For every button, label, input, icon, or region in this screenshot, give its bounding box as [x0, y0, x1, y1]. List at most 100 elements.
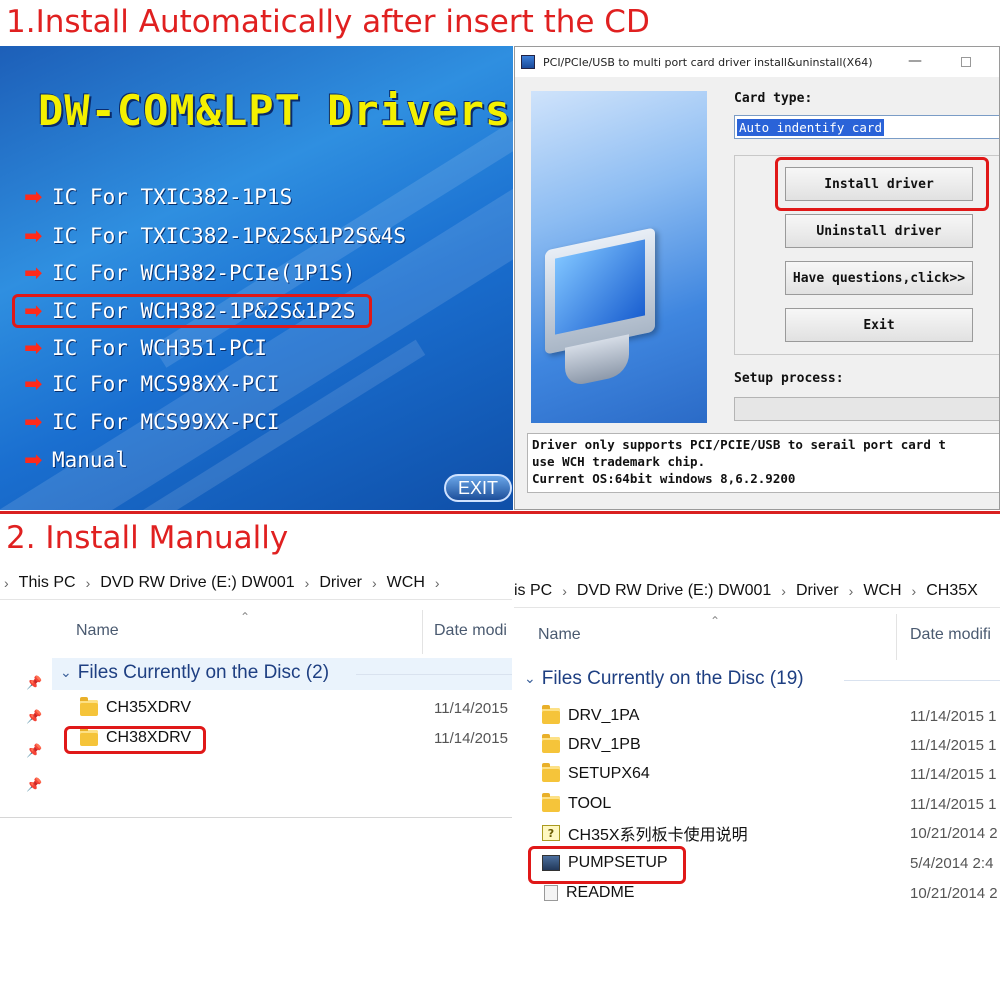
group-header[interactable]: ⌄ Files Currently on the Disc (19) — [524, 668, 804, 690]
column-name[interactable]: Name — [76, 622, 119, 640]
autorun-item-wch351-pci[interactable]: ➡ IC For WCH351-PCI — [24, 333, 267, 363]
item-name: DRV_1PA — [568, 707, 640, 724]
folder-icon — [542, 763, 560, 782]
autorun-title: DW-COM&LPT Drivers — [38, 86, 512, 135]
item-name: CH35XDRV — [106, 699, 192, 716]
pin-icon[interactable]: 📌 — [26, 744, 42, 759]
section-divider — [0, 511, 1000, 514]
app-icon — [521, 55, 535, 69]
maximize-icon[interactable] — [961, 57, 971, 67]
driver-install-dialog: PCI/PCIe/USB to multi port card driver i… — [514, 46, 1000, 510]
breadcrumb-this-pc[interactable]: This PC — [19, 574, 76, 592]
group-header[interactable]: ⌄ Files Currently on the Disc (2) — [60, 662, 329, 684]
step2-heading: 2. Install Manually — [6, 520, 289, 556]
sort-up-icon: ⌃ — [240, 610, 251, 624]
questions-button[interactable]: Have questions,click>> — [785, 261, 973, 295]
breadcrumb-driver[interactable]: Driver — [319, 574, 362, 592]
breadcrumb-ch35x[interactable]: CH35X — [926, 582, 978, 600]
column-date-modified[interactable]: Date modi — [434, 622, 507, 640]
right-arrow-icon: ➡ — [24, 371, 43, 397]
info-line: Current OS:64bit windows 8,6.2.9200 — [532, 471, 796, 486]
breadcrumb: › This PC › DVD RW Drive (E:) DW001 › Dr… — [0, 566, 512, 600]
breadcrumb-this-pc[interactable]: is PC — [514, 582, 552, 600]
item-name: SETUPX64 — [568, 765, 650, 782]
install-driver-button[interactable]: Install driver — [785, 167, 973, 201]
item-date: 11/14/2015 1 — [910, 796, 997, 813]
item-date: 11/14/2015 — [434, 700, 508, 717]
uninstall-driver-button[interactable]: Uninstall driver — [785, 214, 973, 248]
card-type-field[interactable]: Auto indentify card — [734, 115, 999, 139]
info-line: use WCH trademark chip. — [532, 454, 706, 469]
breadcrumb-wch[interactable]: WCH — [387, 574, 425, 592]
group-label: Files Currently on the Disc (19) — [541, 668, 804, 689]
right-arrow-icon: ➡ — [24, 298, 43, 324]
breadcrumb-wch[interactable]: WCH — [863, 582, 901, 600]
list-item[interactable]: README — [542, 879, 634, 907]
autorun-item-txic382-1p1s[interactable]: ➡ IC For TXIC382-1P1S — [24, 182, 292, 212]
item-name: PUMPSETUP — [568, 854, 668, 871]
minimize-icon[interactable]: — — [908, 53, 922, 69]
autorun-item-wch382-pcie[interactable]: ➡ IC For WCH382-PCIe(1P1S) — [24, 258, 355, 288]
explorer-pane-wch: › This PC › DVD RW Drive (E:) DW001 › Dr… — [0, 566, 512, 818]
column-name[interactable]: Name — [538, 626, 581, 644]
autorun-item-wch382-1p2s[interactable]: ➡ IC For WCH382-1P&2S&1P2S — [24, 296, 355, 326]
autorun-item-manual[interactable]: ➡ Manual — [24, 445, 128, 475]
list-item[interactable]: DRV_1PA — [542, 702, 639, 730]
breadcrumb: is PC › DVD RW Drive (E:) DW001 › Driver… — [514, 574, 1000, 608]
folder-icon — [542, 734, 560, 753]
sort-up-icon: ⌃ — [710, 614, 721, 628]
help-file-icon: ? — [542, 825, 560, 841]
setup-process-label: Setup process: — [734, 371, 844, 386]
right-arrow-icon: ➡ — [24, 223, 43, 249]
autorun-item-label: IC For MCS99XX-PCI — [52, 410, 280, 434]
item-date: 11/14/2015 1 — [910, 708, 997, 725]
exit-button[interactable]: Exit — [785, 308, 973, 342]
item-date: 5/4/2014 2:4 — [910, 855, 994, 872]
pin-icon[interactable]: 📌 — [26, 710, 42, 725]
info-line: Driver only supports PCI/PCIE/USB to ser… — [532, 437, 946, 452]
breadcrumb-dvd-drive[interactable]: DVD RW Drive (E:) DW001 — [577, 582, 771, 600]
item-name: TOOL — [568, 795, 612, 812]
autorun-item-label: IC For TXIC382-1P&2S&1P2S&4S — [52, 224, 407, 248]
list-item[interactable]: TOOL — [542, 790, 611, 818]
breadcrumb-driver[interactable]: Driver — [796, 582, 839, 600]
autorun-menu: DW-COM&LPT Drivers ➡ IC For TXIC382-1P1S… — [0, 46, 513, 510]
right-arrow-icon: ➡ — [24, 260, 43, 286]
item-date: 10/21/2014 2 — [910, 885, 998, 902]
monitor-illustration — [531, 91, 707, 423]
folder-icon — [542, 793, 560, 812]
item-name: DRV_1PB — [568, 736, 641, 753]
list-item[interactable]: DRV_1PB — [542, 731, 641, 759]
dialog-title: PCI/PCIe/USB to multi port card driver i… — [543, 55, 873, 69]
setup-app-icon — [542, 855, 560, 871]
chevron-down-icon: ⌄ — [524, 671, 536, 687]
folder-icon — [80, 727, 98, 746]
list-item[interactable]: ? CH35X系列板卡使用说明 — [542, 819, 748, 847]
folder-icon — [80, 697, 98, 716]
list-item[interactable]: CH38XDRV — [80, 724, 191, 752]
autorun-exit-button[interactable]: EXIT — [444, 474, 512, 502]
list-item[interactable]: CH35XDRV — [80, 694, 191, 722]
autorun-item-mcs99xx-pci[interactable]: ➡ IC For MCS99XX-PCI — [24, 407, 280, 437]
pin-icon[interactable]: 📌 — [26, 676, 42, 691]
folder-icon — [542, 705, 560, 724]
autorun-item-mcs98xx-pci[interactable]: ➡ IC For MCS98XX-PCI — [24, 369, 280, 399]
card-type-value: Auto indentify card — [737, 119, 884, 136]
pin-icon[interactable]: 📌 — [26, 778, 42, 793]
breadcrumb-dvd-drive[interactable]: DVD RW Drive (E:) DW001 — [100, 574, 294, 592]
text-file-icon — [544, 885, 558, 901]
column-date-modified[interactable]: Date modifi — [910, 626, 991, 644]
list-item[interactable]: PUMPSETUP — [542, 849, 668, 877]
autorun-item-txic382-multi[interactable]: ➡ IC For TXIC382-1P&2S&1P2S&4S — [24, 221, 406, 251]
list-item[interactable]: SETUPX64 — [542, 760, 650, 788]
item-date: 11/14/2015 1 — [910, 766, 997, 783]
explorer-pane-ch35x: is PC › DVD RW Drive (E:) DW001 › Driver… — [514, 566, 1000, 946]
autorun-item-label: IC For WCH382-1P&2S&1P2S — [52, 299, 356, 323]
autorun-item-label: IC For MCS98XX-PCI — [52, 372, 280, 396]
item-name: README — [566, 884, 635, 901]
autorun-item-label: IC For WCH382-PCIe(1P1S) — [52, 261, 356, 285]
autorun-item-label: IC For TXIC382-1P1S — [52, 185, 293, 209]
item-date: 10/21/2014 2 — [910, 825, 998, 842]
right-arrow-icon: ➡ — [24, 335, 43, 361]
dialog-info-text: Driver only supports PCI/PCIE/USB to ser… — [527, 433, 999, 493]
